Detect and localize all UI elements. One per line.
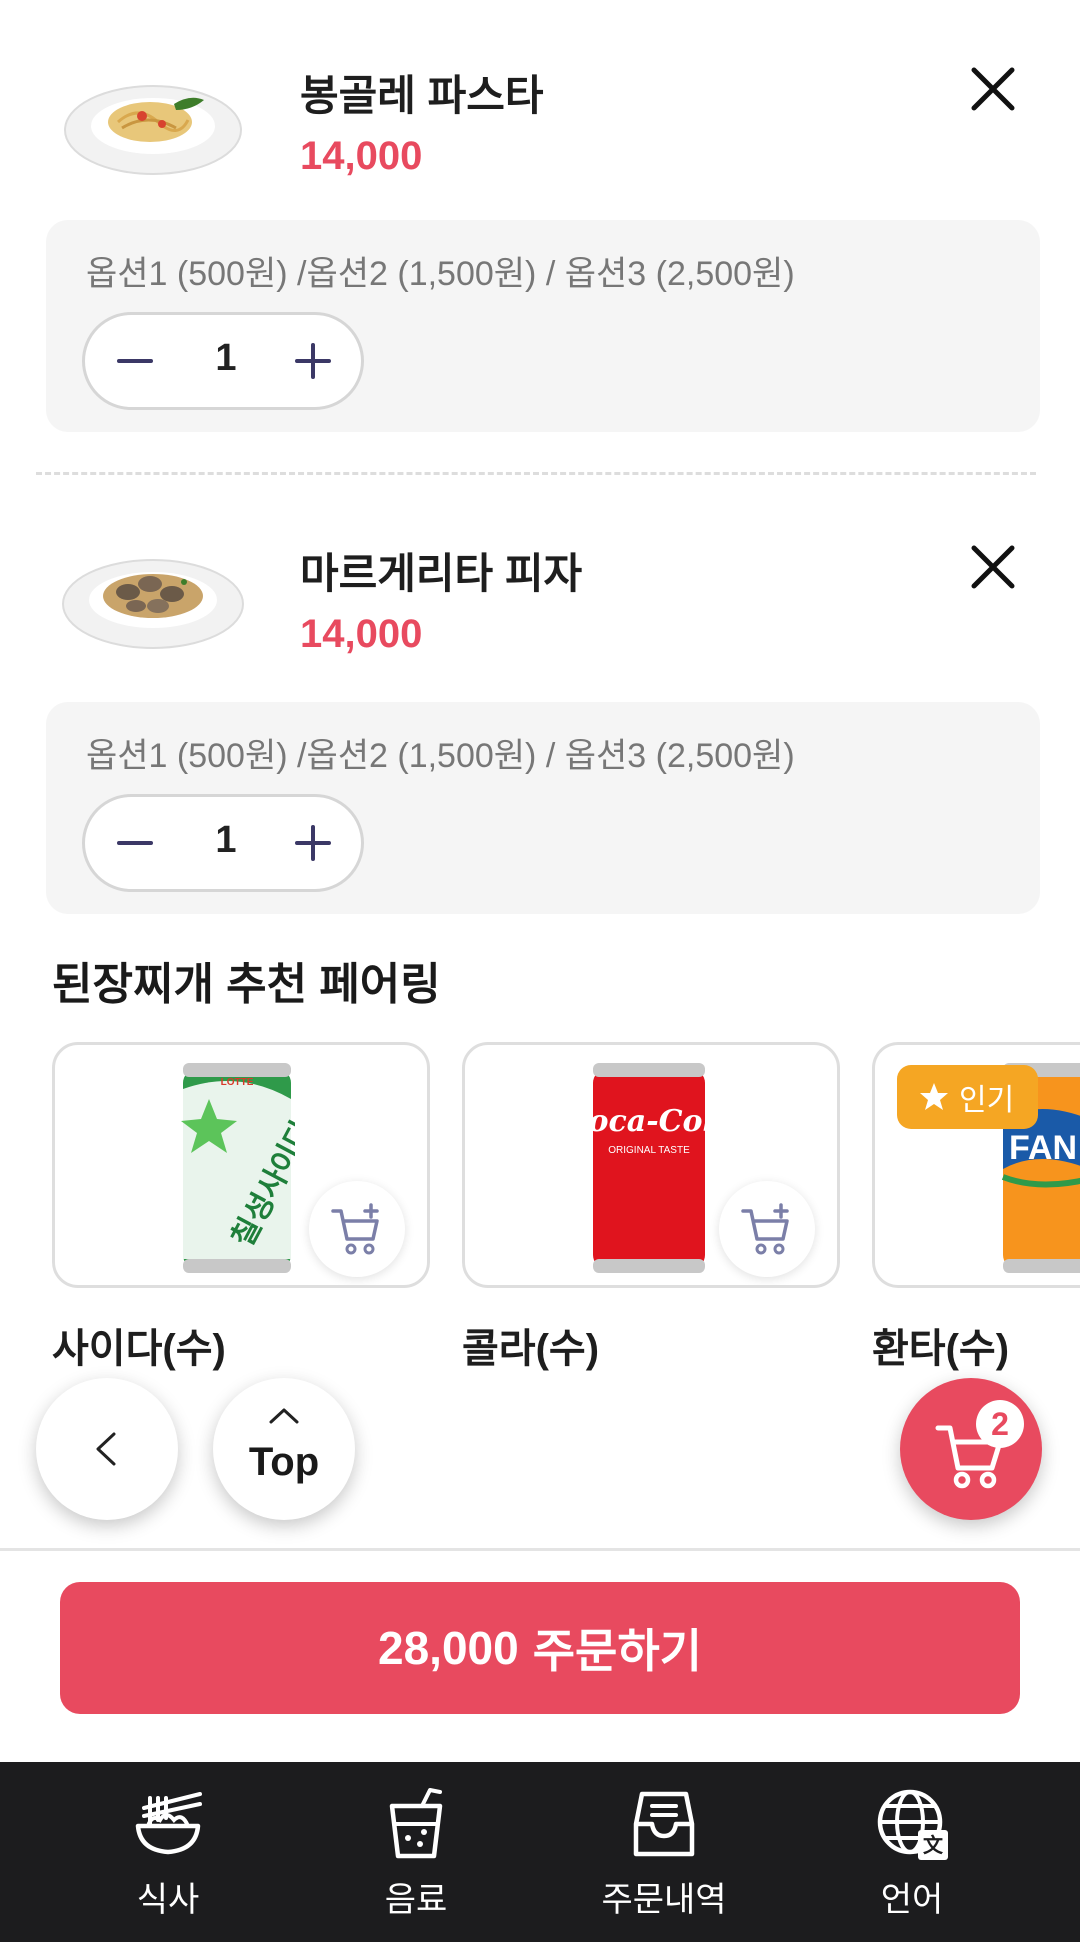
scroll-top-button[interactable]: Top bbox=[213, 1378, 355, 1520]
minus-icon[interactable] bbox=[107, 815, 163, 871]
minus-icon[interactable] bbox=[107, 333, 163, 389]
back-button[interactable] bbox=[36, 1378, 178, 1520]
tab-label: 식사 bbox=[136, 1881, 200, 1919]
cola-can-image: Coca-Cola ORIGINAL TASTE bbox=[589, 1063, 709, 1273]
quantity-value: 1 bbox=[215, 337, 237, 379]
cart-plus-icon bbox=[741, 1203, 789, 1255]
order-area-divider bbox=[0, 1548, 1080, 1551]
plus-icon[interactable] bbox=[285, 815, 341, 871]
add-to-cart-button[interactable] bbox=[309, 1181, 405, 1277]
tab-language[interactable]: 文 언어 bbox=[812, 1762, 1012, 1942]
order-button[interactable]: 28,000 주문하기 bbox=[60, 1582, 1020, 1714]
fanta-can-label: FAN bbox=[1009, 1129, 1077, 1167]
item-price: 14,000 bbox=[300, 612, 423, 656]
item-price: 14,000 bbox=[300, 134, 423, 178]
cart-count-badge: 2 bbox=[976, 1400, 1024, 1448]
cola-can-label: Coca-Cola bbox=[589, 1104, 709, 1139]
popular-badge: 인기 bbox=[897, 1065, 1039, 1129]
star-icon bbox=[920, 1083, 948, 1110]
quantity-value: 1 bbox=[215, 819, 237, 861]
noodle-bowl-icon bbox=[135, 1792, 202, 1855]
tab-label: 음료 bbox=[384, 1881, 448, 1919]
pairing-card-fanta[interactable]: FAN 인기 bbox=[872, 1042, 1080, 1288]
tab-label: 주문내역 bbox=[601, 1881, 727, 1919]
svg-text:文: 文 bbox=[923, 1833, 944, 1857]
plus-icon[interactable] bbox=[285, 333, 341, 389]
option-panel: 옵션1 (500원) /옵션2 (1,500원) / 옵션3 (2,500원) … bbox=[46, 702, 1040, 914]
quantity-stepper: 1 bbox=[82, 794, 364, 892]
pairing-section-title: 된장찌개 추천 페어링 bbox=[52, 960, 441, 1009]
scroll-top-label: Top bbox=[248, 1440, 320, 1484]
order-label: 주문하기 bbox=[532, 1625, 702, 1677]
clam-pasta-plate-image bbox=[62, 559, 244, 649]
quantity-stepper: 1 bbox=[82, 312, 364, 410]
close-icon[interactable] bbox=[962, 58, 1024, 120]
popular-badge-label: 인기 bbox=[959, 1084, 1015, 1117]
pairing-card-cola[interactable]: Coca-Cola ORIGINAL TASTE bbox=[462, 1042, 840, 1288]
tab-drink[interactable]: 음료 bbox=[316, 1762, 516, 1942]
tab-label: 언어 bbox=[880, 1881, 944, 1919]
cart-button[interactable]: 2 bbox=[900, 1378, 1042, 1520]
drink-cup-icon bbox=[389, 1788, 443, 1859]
item-name: 봉골레 파스타 bbox=[300, 72, 544, 119]
cider-brand-text: LOTTE bbox=[221, 1077, 254, 1088]
add-to-cart-button[interactable] bbox=[719, 1181, 815, 1277]
cart-plus-icon bbox=[331, 1203, 379, 1255]
item-name: 마르게리타 피자 bbox=[300, 550, 583, 597]
pasta-plate-image bbox=[64, 85, 242, 175]
order-history-icon bbox=[633, 1791, 695, 1857]
cola-can-subtext: ORIGINAL TASTE bbox=[608, 1145, 690, 1156]
option-panel: 옵션1 (500원) /옵션2 (1,500원) / 옵션3 (2,500원) … bbox=[46, 220, 1040, 432]
pairing-item-name: 콜라(수) bbox=[462, 1327, 600, 1371]
option-text: 옵션1 (500원) /옵션2 (1,500원) / 옵션3 (2,500원) bbox=[86, 255, 795, 293]
pairing-item-name: 사이다(수) bbox=[52, 1327, 226, 1371]
pairing-item-name: 환타(수) bbox=[872, 1327, 1010, 1371]
globe-language-icon: 文 bbox=[877, 1789, 948, 1860]
order-total: 28,000 bbox=[378, 1622, 519, 1674]
pairing-card-cider[interactable]: LOTTE 칠성사이다 bbox=[52, 1042, 430, 1288]
cider-can-image: LOTTE 칠성사이다 bbox=[181, 1063, 295, 1273]
item-divider bbox=[36, 472, 1036, 475]
chevron-up-icon bbox=[269, 1408, 299, 1424]
chevron-left-icon bbox=[96, 1432, 116, 1466]
tab-order-history[interactable]: 주문내역 bbox=[564, 1762, 764, 1942]
close-icon[interactable] bbox=[962, 536, 1024, 598]
tab-meal[interactable]: 식사 bbox=[68, 1762, 268, 1942]
bottom-tab-bar: 식사 음료 주문내역 文 언어 bbox=[0, 1762, 1080, 1942]
option-text: 옵션1 (500원) /옵션2 (1,500원) / 옵션3 (2,500원) bbox=[86, 737, 795, 775]
